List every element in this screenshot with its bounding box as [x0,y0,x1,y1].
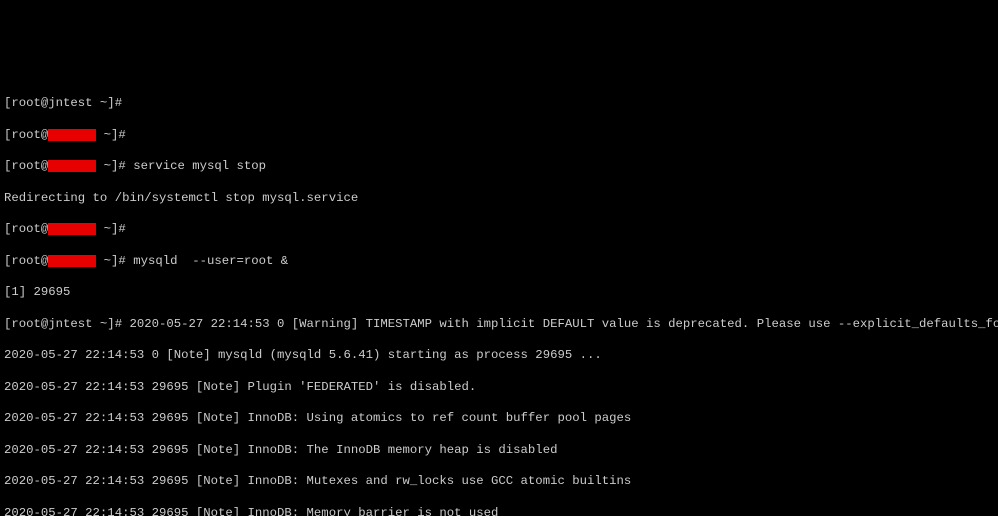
log-line: 2020-05-27 22:14:53 29695 [Note] Plugin … [4,380,994,396]
redaction-block [48,223,96,235]
prompt-line: [root@jntest ~]# [4,96,994,112]
redaction-block [48,160,96,172]
output-line: [1] 29695 [4,285,994,301]
log-line: 2020-05-27 22:14:53 29695 [Note] InnoDB:… [4,506,994,516]
output-line: Redirecting to /bin/systemctl stop mysql… [4,191,994,207]
redaction-block [48,129,96,141]
log-line: 2020-05-27 22:14:53 0 [Note] mysqld (mys… [4,348,994,364]
redaction-block [48,255,96,267]
log-line: 2020-05-27 22:14:53 29695 [Note] InnoDB:… [4,443,994,459]
terminal-output[interactable]: [root@jntest ~]# [root@ ~]# [root@ ~]# s… [0,79,998,516]
prompt-line: [root@ ~]# [4,128,994,144]
log-line: [root@jntest ~]# 2020-05-27 22:14:53 0 [… [4,317,994,333]
prompt-line: [root@ ~]# service mysql stop [4,159,994,175]
log-line: 2020-05-27 22:14:53 29695 [Note] InnoDB:… [4,474,994,490]
prompt-line: [root@ ~]# mysqld --user=root & [4,254,994,270]
prompt-line: [root@ ~]# [4,222,994,238]
log-line: 2020-05-27 22:14:53 29695 [Note] InnoDB:… [4,411,994,427]
